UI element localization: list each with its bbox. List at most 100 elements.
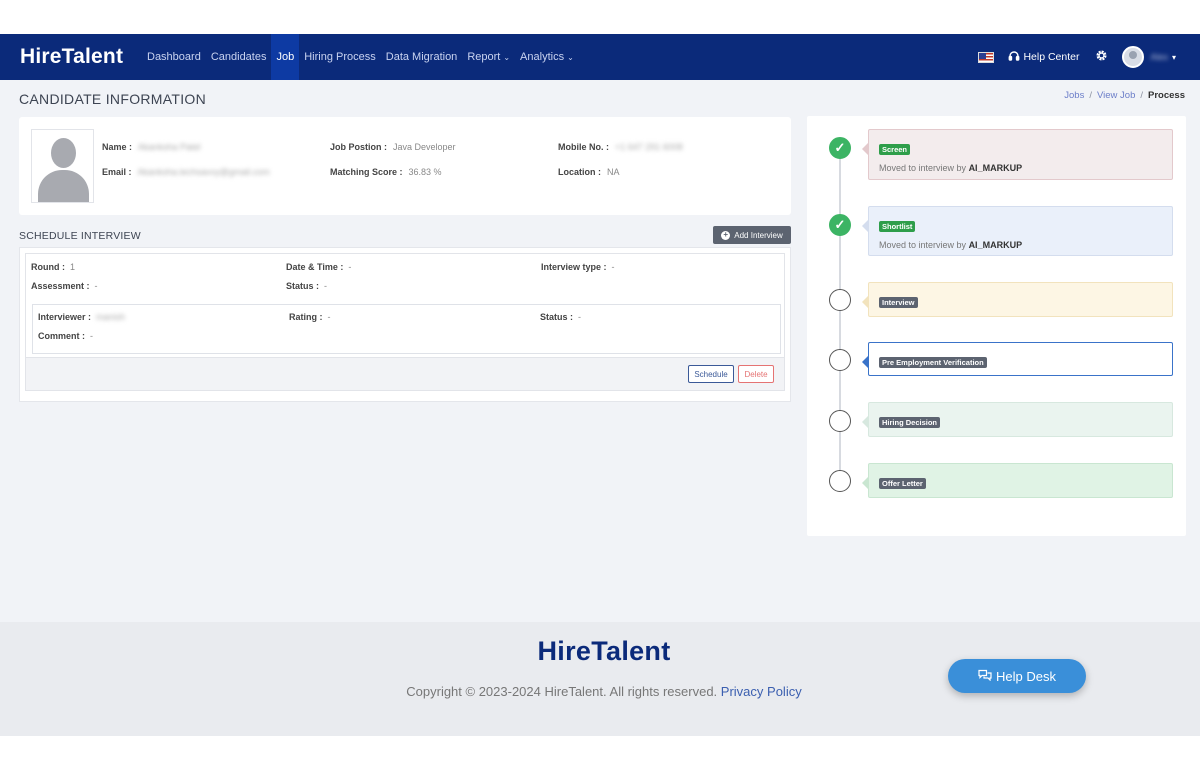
interviewer-status-field: Status :- bbox=[540, 312, 581, 322]
nav-dashboard[interactable]: Dashboard bbox=[142, 34, 206, 80]
process-timeline: ✓ Screen Moved to interview by AI_MARKUP… bbox=[807, 116, 1186, 536]
location-label: Location : bbox=[558, 167, 601, 177]
brand-logo[interactable]: HireTalent bbox=[20, 45, 132, 69]
nav-report-label: Report bbox=[467, 51, 501, 63]
check-icon: ✓ bbox=[829, 137, 851, 159]
round-box: Round : 1 Date & Time : - Interview type :… bbox=[25, 253, 785, 363]
step-note-by: AI_MARKUP bbox=[968, 163, 1023, 173]
user-name: Alex bbox=[1150, 52, 1168, 62]
interviewer-value: manish bbox=[96, 312, 126, 322]
candidate-mobile: Mobile No. : +1 647 291 6008 bbox=[558, 142, 683, 152]
headset-icon bbox=[1008, 50, 1020, 65]
step-badge: Shortlist bbox=[879, 221, 916, 232]
timeline-step-shortlist[interactable]: Shortlist Moved to interview by AI_MARKU… bbox=[862, 206, 1173, 256]
pending-step-icon bbox=[829, 289, 851, 311]
nav-links: Dashboard Candidates Job Hiring Process … bbox=[142, 34, 579, 80]
nav-data-migration[interactable]: Data Migration bbox=[381, 34, 463, 80]
interviewer-field: Interviewer : manish bbox=[38, 312, 125, 322]
step-note-prefix: Moved to interview by bbox=[879, 240, 967, 250]
add-interview-button[interactable]: + Add Interview bbox=[713, 226, 791, 244]
breadcrumb-process: Process bbox=[1148, 90, 1185, 101]
privacy-policy-link[interactable]: Privacy Policy bbox=[721, 684, 802, 699]
interviewer-box: Interviewer : manish Rating :- Status :- … bbox=[32, 304, 781, 354]
help-desk-button[interactable]: Help Desk bbox=[948, 659, 1086, 693]
step-note: Moved to interview by AI_MARKUP bbox=[879, 240, 1162, 250]
step-badge: Screen bbox=[879, 144, 911, 155]
name-label: Name : bbox=[102, 142, 133, 152]
nav-report[interactable]: Report ⌄ bbox=[462, 34, 515, 80]
breadcrumb-separator: / bbox=[1140, 90, 1144, 101]
breadcrumb-separator: / bbox=[1089, 90, 1092, 101]
nav-job[interactable]: Job bbox=[271, 34, 300, 80]
nav-data-migration-label: Data Migration bbox=[385, 51, 458, 63]
help-center-link[interactable]: Help Center bbox=[1008, 50, 1079, 65]
step-badge: Offer Letter bbox=[879, 478, 926, 489]
status-value: - bbox=[324, 281, 328, 291]
schedule-button[interactable]: Schedule bbox=[688, 365, 734, 383]
mobile-label: Mobile No. : bbox=[558, 142, 609, 152]
pending-step-icon bbox=[829, 349, 851, 371]
name-value: Akanksha Patel bbox=[138, 142, 201, 152]
round-label: Round : bbox=[31, 262, 65, 272]
nav-analytics[interactable]: Analytics ⌄ bbox=[515, 34, 579, 80]
interviewer-status-value: - bbox=[578, 312, 582, 322]
step-note: Moved to interview by AI_MARKUP bbox=[879, 163, 1162, 173]
round-field: Round : 1 bbox=[31, 262, 75, 272]
timeline-step-hiring-decision[interactable]: Hiring Decision bbox=[862, 402, 1173, 437]
timeline-step-pre-employment[interactable]: Pre Employment Verification bbox=[862, 342, 1173, 376]
help-desk-label: Help Desk bbox=[996, 668, 1056, 684]
pending-step-icon bbox=[829, 410, 851, 432]
schedule-card: Round : 1 Date & Time : - Interview type :… bbox=[19, 247, 791, 402]
round-value: 1 bbox=[70, 262, 76, 272]
step-badge: Hiring Decision bbox=[879, 417, 941, 428]
breadcrumb-view-job[interactable]: View Job bbox=[1097, 90, 1135, 101]
nav-hiring-process[interactable]: Hiring Process bbox=[299, 34, 381, 80]
interview-type-label: Interview type : bbox=[541, 262, 607, 272]
email-value: Akanksha.techsavvy@gmail.com bbox=[137, 167, 270, 177]
chevron-down-icon: ⌄ bbox=[503, 52, 511, 62]
matching-score-label: Matching Score : bbox=[330, 167, 403, 177]
timeline-step-interview[interactable]: Interview bbox=[862, 282, 1173, 317]
pending-step-icon bbox=[829, 470, 851, 492]
comment-value: - bbox=[90, 331, 93, 341]
rating-value: - bbox=[327, 312, 331, 322]
help-center-label: Help Center bbox=[1023, 51, 1080, 63]
top-navbar: HireTalent Dashboard Candidates Job Hiri… bbox=[0, 34, 1200, 80]
gear-icon[interactable] bbox=[1095, 49, 1108, 66]
breadcrumb-jobs[interactable]: Jobs bbox=[1064, 90, 1084, 101]
candidate-name: Name : Akanksha Patel bbox=[102, 142, 201, 152]
assessment-label: Assessment : bbox=[31, 281, 90, 291]
candidate-matching-score: Matching Score : 36.83 % bbox=[330, 167, 442, 177]
mobile-value: +1 647 291 6008 bbox=[615, 142, 683, 152]
matching-score-value: 36.83 % bbox=[408, 167, 442, 177]
copyright-text: Copyright © 2023-2024 HireTalent. All ri… bbox=[406, 684, 718, 699]
timeline-step-screen[interactable]: Screen Moved to interview by AI_MARKUP bbox=[862, 129, 1173, 180]
timeline-step-offer-letter[interactable]: Offer Letter bbox=[862, 463, 1173, 498]
nav-hiring-process-label: Hiring Process bbox=[304, 51, 376, 63]
nav-dashboard-label: Dashboard bbox=[147, 51, 201, 63]
add-interview-label: Add Interview bbox=[734, 230, 783, 240]
email-label: Email : bbox=[102, 167, 132, 177]
nav-candidates[interactable]: Candidates bbox=[206, 34, 272, 80]
avatar bbox=[1122, 46, 1145, 68]
avatar-body bbox=[38, 170, 89, 202]
nav-analytics-label: Analytics bbox=[520, 51, 565, 63]
nav-candidates-label: Candidates bbox=[210, 51, 267, 63]
job-position-label: Job Postion : bbox=[330, 142, 387, 152]
delete-button[interactable]: Delete bbox=[738, 365, 774, 383]
page: HireTalent Dashboard Candidates Job Hiri… bbox=[0, 0, 1200, 780]
user-menu[interactable]: Alex ▾ bbox=[1122, 46, 1176, 68]
plus-circle-icon: + bbox=[721, 230, 731, 240]
datetime-label: Date & Time : bbox=[286, 262, 344, 272]
schedule-interview-title: SCHEDULE INTERVIEW bbox=[19, 230, 141, 242]
avatar-head bbox=[51, 138, 76, 168]
interviewer-label: Interviewer : bbox=[38, 312, 92, 322]
comment-label: Comment : bbox=[38, 331, 85, 341]
comment-field: Comment :- bbox=[38, 331, 93, 341]
candidate-photo bbox=[31, 129, 94, 203]
step-badge: Interview bbox=[879, 297, 918, 308]
candidate-card: Name : Akanksha Patel Email : Akanksha.tec… bbox=[19, 117, 791, 215]
assessment-field: Assessment :- bbox=[31, 281, 98, 291]
us-flag-icon[interactable] bbox=[978, 51, 995, 63]
check-icon: ✓ bbox=[829, 214, 851, 236]
